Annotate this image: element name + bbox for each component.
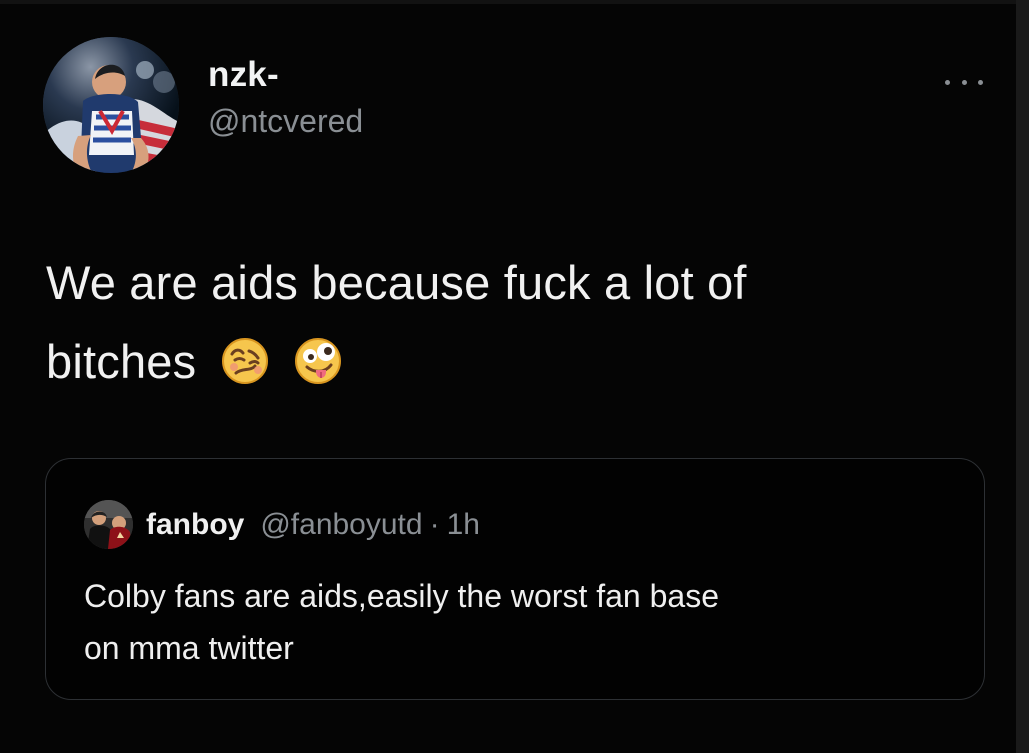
quoted-tweet-text-line-1: Colby fans are aids,easily the worst fan…	[84, 578, 719, 614]
more-dot-2	[961, 79, 967, 85]
author-avatar-image	[43, 37, 179, 173]
author-handle[interactable]: @ntcvered	[208, 104, 363, 138]
tweet-text-line-2: bitches	[46, 322, 956, 401]
quoted-tweet-header: fanboy @fanboyutd · 1h	[84, 500, 480, 549]
tweet-text-line-1: We are aids because fuck a lot of	[46, 256, 747, 309]
quoted-tweet-time[interactable]: 1h	[447, 508, 480, 542]
tweet-text: We are aids because fuck a lot of bitche…	[46, 243, 956, 401]
more-horizontal-icon[interactable]	[945, 73, 983, 91]
woozy-face-emoji	[221, 338, 268, 384]
time-separator: ·	[429, 507, 440, 541]
more-dot-3	[978, 79, 983, 85]
quoted-author-avatar[interactable]	[84, 500, 133, 549]
right-border	[1016, 0, 1029, 753]
tweet-screenshot: nzk- @ntcvered We are aids because fuck …	[0, 0, 1029, 753]
quoted-author-display-name[interactable]: fanboy	[146, 508, 244, 542]
tweet-text-line-2-text: bitches	[46, 335, 197, 388]
quoted-tweet-text-line-2: on mma twitter	[84, 630, 294, 666]
more-dot-1	[945, 79, 950, 85]
quoted-tweet[interactable]: fanboy @fanboyutd · 1h Colby fans are ai…	[45, 458, 985, 700]
quoted-author-avatar-image	[84, 500, 133, 549]
zany-face-emoji	[294, 338, 341, 384]
quoted-author-handle[interactable]: @fanboyutd	[260, 508, 422, 542]
quoted-tweet-text: Colby fans are aids,easily the worst fan…	[84, 570, 944, 674]
top-border	[0, 0, 1029, 4]
tweet-header: nzk- @ntcvered	[43, 37, 983, 177]
author-avatar[interactable]	[43, 37, 179, 173]
author-display-name[interactable]: nzk-	[208, 56, 363, 94]
author-name-block: nzk- @ntcvered	[208, 56, 363, 139]
